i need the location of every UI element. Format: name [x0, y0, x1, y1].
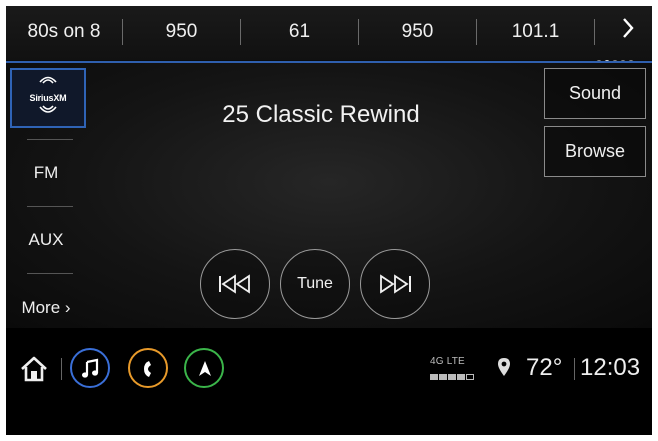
source-list: SiriusXM FM AUX More ›: [6, 63, 98, 328]
bottom-bar: 4G LTE 72° 12:03: [6, 328, 652, 435]
source-fm[interactable]: FM: [6, 153, 86, 193]
siriusxm-logo-text: SiriusXM: [29, 93, 67, 103]
bar-divider: [61, 358, 62, 380]
station-name: 25 Classic Rewind: [222, 101, 420, 128]
network-status: 4G LTE: [430, 357, 480, 385]
clock: 12:03: [580, 354, 641, 381]
preset-2[interactable]: 950: [123, 6, 240, 60]
siriusxm-waves-icon: [39, 105, 57, 113]
signal-strength-icon: [430, 367, 480, 385]
siriusxm-waves-icon: [39, 76, 57, 84]
preset-1[interactable]: 80s on 8: [6, 6, 122, 60]
source-divider: [27, 206, 73, 207]
sound-button[interactable]: Sound: [544, 68, 646, 119]
preset-divider: [594, 19, 595, 45]
infotainment-screen: 80s on 8 950 61 950 101.1 SiriusXM FM AU…: [6, 6, 652, 435]
audio-icon: [82, 358, 99, 378]
source-more[interactable]: More ›: [6, 288, 86, 328]
seek-forward-icon: [380, 274, 411, 294]
phone-app-button[interactable]: [128, 348, 168, 388]
temperature: 72°: [526, 354, 563, 381]
navigation-icon: [199, 361, 211, 376]
seek-back-button[interactable]: [200, 249, 270, 319]
tune-button[interactable]: Tune: [280, 249, 350, 319]
main-area: SiriusXM FM AUX More › 25 Classic Rewind…: [6, 63, 652, 328]
source-divider: [27, 273, 73, 274]
network-label: 4G LTE: [430, 356, 465, 367]
preset-3[interactable]: 61: [241, 6, 358, 60]
source-divider: [27, 139, 73, 140]
audio-app-button[interactable]: [70, 348, 110, 388]
preset-5[interactable]: 101.1: [477, 6, 594, 60]
location-pin-icon: [497, 357, 511, 382]
siriusxm-source-button[interactable]: SiriusXM: [10, 68, 86, 128]
phone-icon: [144, 361, 151, 377]
siriusxm-logo: SiriusXM: [12, 74, 84, 124]
browse-button[interactable]: Browse: [544, 126, 646, 177]
preset-4[interactable]: 950: [359, 6, 476, 60]
page-indicator: [596, 53, 636, 66]
navigation-app-button[interactable]: [184, 348, 224, 388]
seek-back-icon: [219, 274, 250, 294]
source-aux[interactable]: AUX: [6, 220, 86, 260]
bar-divider: [574, 358, 575, 380]
home-icon[interactable]: [20, 356, 48, 387]
presets-bar: 80s on 8 950 61 950 101.1: [6, 6, 652, 66]
seek-forward-button[interactable]: [360, 249, 430, 319]
chevron-right-icon[interactable]: [610, 6, 646, 60]
